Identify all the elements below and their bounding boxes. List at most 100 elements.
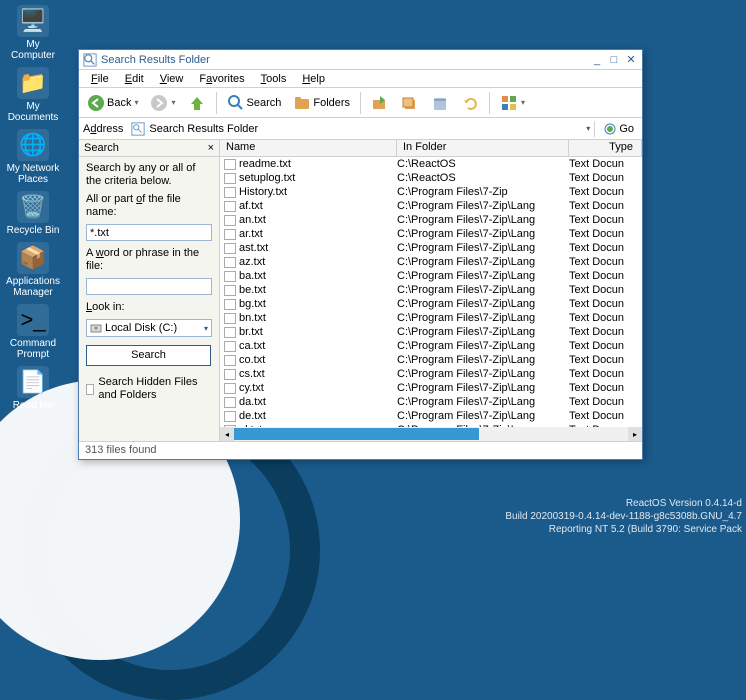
file-type: Text Docun bbox=[569, 270, 642, 282]
search-submit-button[interactable]: Search bbox=[86, 345, 211, 366]
desktop-icon[interactable]: 📦ApplicationsManager bbox=[5, 242, 61, 298]
hidden-files-checkbox[interactable]: Search Hidden Files and Folders bbox=[86, 376, 212, 402]
back-label: Back bbox=[107, 97, 131, 109]
col-folder[interactable]: In Folder bbox=[397, 140, 569, 156]
file-name: ca.txt bbox=[239, 340, 265, 352]
desktop-icon-label: ApplicationsManager bbox=[5, 276, 61, 298]
desktop-icon-label: My NetworkPlaces bbox=[5, 163, 61, 185]
address-field[interactable]: Search Results Folder bbox=[127, 122, 582, 136]
close-button[interactable]: ✕ bbox=[624, 53, 638, 67]
menubar: File Edit View Favorites Tools Help bbox=[79, 70, 642, 88]
file-icon bbox=[224, 243, 236, 254]
delete-button[interactable] bbox=[427, 92, 453, 114]
chevron-down-icon: ▾ bbox=[134, 98, 138, 107]
file-row[interactable]: History.txtC:\Program Files\7-ZipText Do… bbox=[220, 185, 642, 199]
desktop-icon[interactable]: 🖥️MyComputer bbox=[5, 5, 61, 61]
desktop-icon[interactable]: 📁MyDocuments bbox=[5, 67, 61, 123]
file-type: Text Docun bbox=[569, 312, 642, 324]
file-row[interactable]: be.txtC:\Program Files\7-Zip\LangText Do… bbox=[220, 283, 642, 297]
desktop-icon[interactable]: >_CommandPrompt bbox=[5, 304, 61, 360]
file-row[interactable]: ar.txtC:\Program Files\7-Zip\LangText Do… bbox=[220, 227, 642, 241]
file-folder: C:\Program Files\7-Zip\Lang bbox=[397, 214, 569, 226]
filename-input[interactable] bbox=[86, 224, 212, 241]
window-icon bbox=[83, 53, 97, 67]
scroll-right-button[interactable]: ▸ bbox=[628, 427, 642, 441]
file-icon bbox=[224, 369, 236, 380]
minimize-button[interactable]: _ bbox=[590, 53, 604, 67]
desktop-icon[interactable]: 🌐My NetworkPlaces bbox=[5, 129, 61, 185]
menu-favorites[interactable]: Favorites bbox=[191, 71, 252, 87]
menu-tools[interactable]: Tools bbox=[253, 71, 295, 87]
search-pane-close[interactable]: × bbox=[208, 142, 214, 154]
file-row[interactable]: setuplog.txtC:\ReactOSText Docun bbox=[220, 171, 642, 185]
file-row[interactable]: bn.txtC:\Program Files\7-Zip\LangText Do… bbox=[220, 311, 642, 325]
file-icon bbox=[224, 383, 236, 394]
horizontal-scrollbar[interactable]: ◂ ▸ bbox=[220, 427, 642, 441]
col-name[interactable]: Name bbox=[220, 140, 397, 156]
col-type[interactable]: Type bbox=[569, 140, 642, 156]
maximize-button[interactable]: □ bbox=[607, 53, 621, 67]
views-button[interactable]: ▾ bbox=[496, 92, 529, 114]
up-button[interactable] bbox=[184, 92, 210, 114]
menu-file[interactable]: File bbox=[83, 71, 117, 87]
file-icon bbox=[224, 215, 236, 226]
desktop-icon-glyph: 🖥️ bbox=[17, 5, 49, 37]
phrase-input[interactable] bbox=[86, 278, 212, 295]
desktop-icon-glyph: >_ bbox=[17, 304, 49, 336]
file-folder: C:\Program Files\7-Zip\Lang bbox=[397, 298, 569, 310]
file-row[interactable]: cs.txtC:\Program Files\7-Zip\LangText Do… bbox=[220, 367, 642, 381]
folders-icon bbox=[293, 94, 311, 112]
file-row[interactable]: readme.txtC:\ReactOSText Docun bbox=[220, 157, 642, 171]
file-row[interactable]: da.txtC:\Program Files\7-Zip\LangText Do… bbox=[220, 395, 642, 409]
file-icon bbox=[224, 327, 236, 338]
desktop-icon-glyph: 🗑️ bbox=[17, 191, 49, 223]
go-button[interactable]: Go bbox=[599, 122, 638, 136]
titlebar[interactable]: Search Results Folder _ □ ✕ bbox=[79, 50, 642, 70]
copy-to-button[interactable] bbox=[397, 92, 423, 114]
file-row[interactable]: cy.txtC:\Program Files\7-Zip\LangText Do… bbox=[220, 381, 642, 395]
file-row[interactable]: an.txtC:\Program Files\7-Zip\LangText Do… bbox=[220, 213, 642, 227]
menu-view[interactable]: View bbox=[152, 71, 192, 87]
file-row[interactable]: br.txtC:\Program Files\7-Zip\LangText Do… bbox=[220, 325, 642, 339]
file-icon bbox=[224, 341, 236, 352]
search-button[interactable]: Search bbox=[223, 92, 286, 114]
menu-help[interactable]: Help bbox=[294, 71, 333, 87]
file-folder: C:\Program Files\7-Zip\Lang bbox=[397, 340, 569, 352]
lookin-label: Look in: bbox=[86, 301, 212, 314]
file-row[interactable]: az.txtC:\Program Files\7-Zip\LangText Do… bbox=[220, 255, 642, 269]
file-type: Text Docun bbox=[569, 396, 642, 408]
address-dropdown[interactable]: ▾ bbox=[586, 124, 590, 133]
hidden-files-label: Search Hidden Files and Folders bbox=[98, 376, 212, 402]
file-row[interactable]: ba.txtC:\Program Files\7-Zip\LangText Do… bbox=[220, 269, 642, 283]
undo-icon bbox=[461, 94, 479, 112]
lookin-dropdown[interactable]: Local Disk (C:) ▾ bbox=[86, 319, 212, 337]
file-folder: C:\Program Files\7-Zip\Lang bbox=[397, 410, 569, 422]
file-row[interactable]: de.txtC:\Program Files\7-Zip\LangText Do… bbox=[220, 409, 642, 423]
file-row[interactable]: co.txtC:\Program Files\7-Zip\LangText Do… bbox=[220, 353, 642, 367]
file-type: Text Docun bbox=[569, 410, 642, 422]
file-name: ar.txt bbox=[239, 228, 263, 240]
lookin-value: Local Disk (C:) bbox=[105, 322, 177, 335]
forward-button[interactable]: ▾ bbox=[146, 92, 179, 114]
file-folder: C:\Program Files\7-Zip\Lang bbox=[397, 228, 569, 240]
file-name: da.txt bbox=[239, 396, 266, 408]
scroll-thumb[interactable] bbox=[234, 428, 479, 440]
search-label: Search bbox=[247, 97, 282, 109]
desktop-icon[interactable]: 🗑️Recycle Bin bbox=[5, 191, 61, 236]
file-row[interactable]: af.txtC:\Program Files\7-Zip\LangText Do… bbox=[220, 199, 642, 213]
list-header: Name In Folder Type bbox=[220, 140, 642, 157]
file-row[interactable]: ast.txtC:\Program Files\7-Zip\LangText D… bbox=[220, 241, 642, 255]
move-to-button[interactable] bbox=[367, 92, 393, 114]
desktop-icon[interactable]: 📄Read Me bbox=[5, 366, 61, 411]
file-name: br.txt bbox=[239, 326, 263, 338]
file-row[interactable]: bg.txtC:\Program Files\7-Zip\LangText Do… bbox=[220, 297, 642, 311]
back-button[interactable]: Back ▾ bbox=[83, 92, 142, 114]
menu-edit[interactable]: Edit bbox=[117, 71, 152, 87]
undo-button[interactable] bbox=[457, 92, 483, 114]
file-row[interactable]: ca.txtC:\Program Files\7-Zip\LangText Do… bbox=[220, 339, 642, 353]
statusbar: 313 files found bbox=[79, 441, 642, 459]
folders-button[interactable]: Folders bbox=[289, 92, 354, 114]
phrase-label: A word or phrase in the file: bbox=[86, 247, 212, 273]
file-type: Text Docun bbox=[569, 382, 642, 394]
scroll-left-button[interactable]: ◂ bbox=[220, 427, 234, 441]
